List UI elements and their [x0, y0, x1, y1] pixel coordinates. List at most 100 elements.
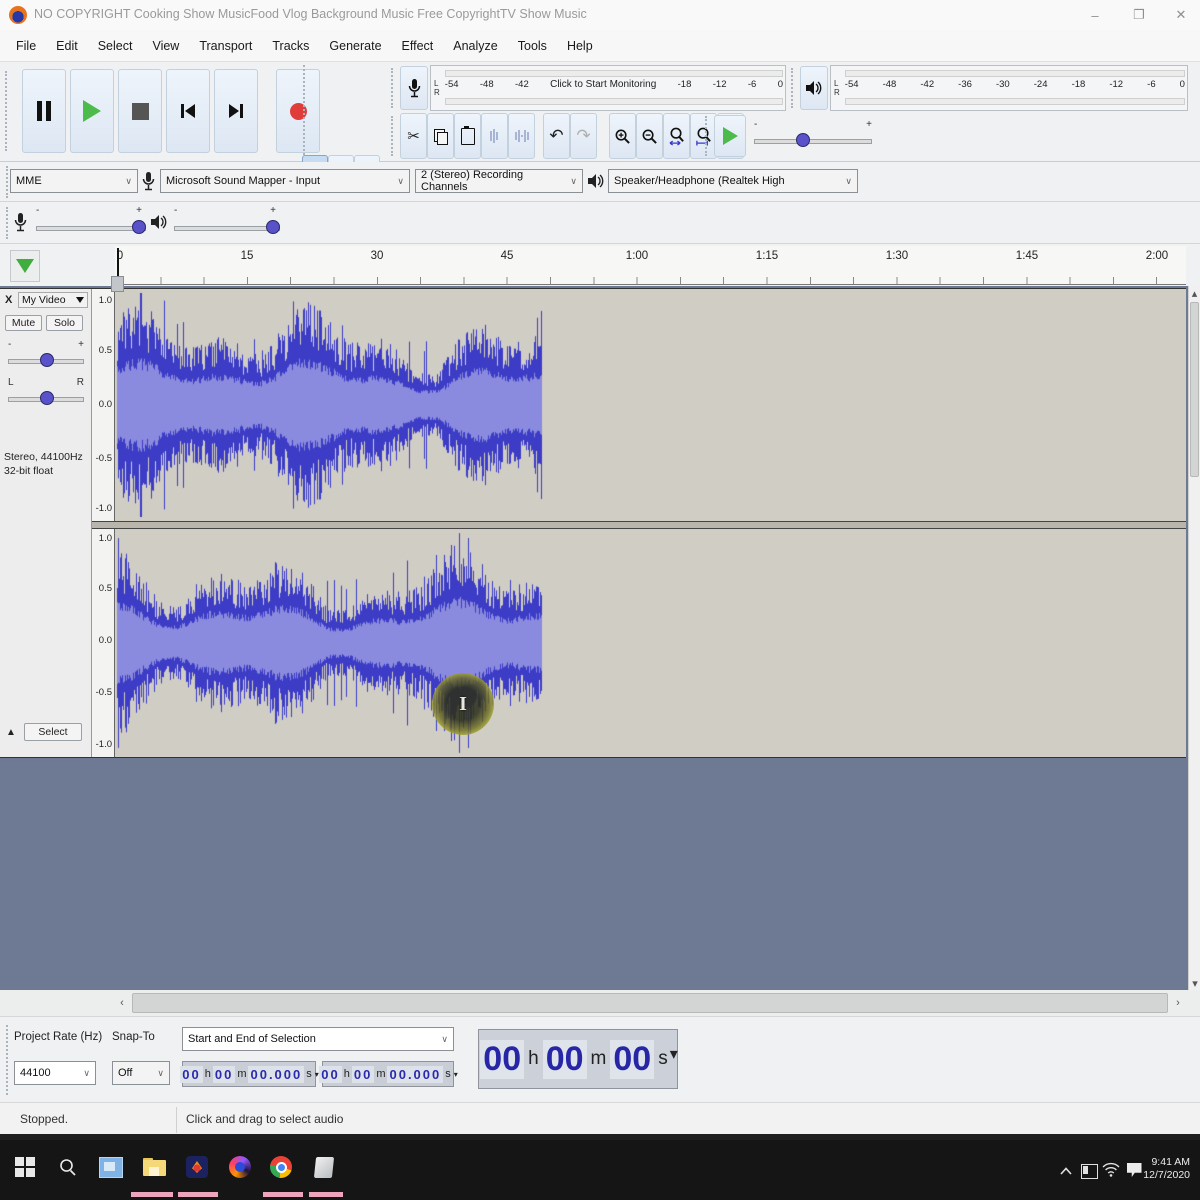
horizontal-scrollbar[interactable]: ‹ › [0, 990, 1200, 1016]
skip-to-end-button[interactable] [214, 69, 258, 153]
solo-button[interactable]: Solo [46, 315, 83, 331]
scroll-left-arrow[interactable]: ‹ [114, 993, 130, 1013]
toolbar-grip[interactable] [5, 71, 11, 150]
toolbar-grip[interactable] [791, 68, 797, 108]
recording-meter[interactable]: LR -54 -48 -42 Click to Start Monitoring… [430, 65, 786, 111]
monitor-hint[interactable]: Click to Start Monitoring [550, 79, 656, 90]
skip-to-start-button[interactable] [166, 69, 210, 153]
horizontal-scroll-thumb[interactable] [132, 993, 1168, 1013]
toolbar-grip[interactable] [705, 116, 711, 156]
play-button[interactable] [70, 69, 114, 153]
minimize-button[interactable]: – [1078, 1, 1112, 29]
zoom-out-button[interactable] [636, 113, 663, 159]
toolbar-grip[interactable] [6, 1025, 12, 1095]
slider-thumb[interactable] [266, 220, 280, 234]
playback-device-select[interactable]: Speaker/Headphone (Realtek High∨ [608, 169, 858, 193]
menu-view[interactable]: View [142, 39, 189, 53]
chevron-down-icon[interactable]: ▾ [670, 1044, 678, 1064]
taskbar-search-button[interactable] [55, 1154, 81, 1180]
menu-analyze[interactable]: Analyze [443, 39, 507, 53]
toolbar-grip[interactable] [6, 207, 12, 239]
toolbar-grip[interactable] [391, 68, 397, 108]
time-digits[interactable]: 00 [319, 1066, 341, 1083]
vertical-scroll-thumb[interactable] [1190, 302, 1199, 477]
slider-thumb[interactable] [40, 391, 54, 405]
taskbar-app-blue-orange[interactable] [184, 1154, 210, 1180]
menu-effect[interactable]: Effect [392, 39, 444, 53]
menu-generate[interactable]: Generate [319, 39, 391, 53]
track-title-menu[interactable]: My Video [18, 292, 88, 308]
pause-button[interactable] [22, 69, 66, 153]
waveform-channel-1[interactable] [115, 289, 1186, 521]
playback-meter[interactable]: LR -54 -48 -42 -36 -30 -24 -18 -12 -6 0 [830, 65, 1188, 111]
waveform-channel-2[interactable] [115, 529, 1186, 757]
project-rate-select[interactable]: 44100∨ [14, 1061, 96, 1085]
menu-select[interactable]: Select [88, 39, 143, 53]
time-digits[interactable]: 00 [180, 1066, 202, 1083]
mute-button[interactable]: Mute [5, 315, 42, 331]
silence-audio-button[interactable] [508, 113, 535, 159]
stop-button[interactable] [118, 69, 162, 153]
snap-to-select[interactable]: Off∨ [112, 1061, 170, 1085]
toolbar-grip[interactable] [303, 65, 309, 155]
playback-volume-slider[interactable]: - + [174, 206, 280, 240]
maximize-button[interactable]: ❐ [1122, 1, 1156, 29]
menu-file[interactable]: File [6, 39, 46, 53]
audio-position-display[interactable]: 00h00m00s▾ [478, 1029, 678, 1089]
taskbar-file-explorer[interactable] [141, 1154, 167, 1180]
recording-channels-select[interactable]: 2 (Stereo) Recording Channels∨ [415, 169, 583, 193]
time-digits[interactable]: 00.000 [248, 1066, 304, 1083]
playback-speed-slider[interactable]: - + [754, 121, 872, 151]
scroll-down-arrow[interactable]: ▾ [1189, 976, 1200, 990]
trim-audio-button[interactable] [481, 113, 508, 159]
slider-thumb[interactable] [796, 133, 810, 147]
zoom-in-button[interactable] [609, 113, 636, 159]
timeline-options-button[interactable] [10, 250, 40, 282]
selection-mode-select[interactable]: Start and End of Selection∨ [182, 1027, 454, 1051]
playhead-handle[interactable] [111, 276, 124, 292]
track-close-button[interactable]: X [5, 294, 12, 306]
cut-button[interactable]: ✂ [400, 113, 427, 159]
selection-start-field[interactable]: 00h00m00.000s▾ [182, 1061, 316, 1087]
redo-button[interactable]: ↷ [570, 113, 597, 159]
taskbar-clock[interactable]: 9:41 AM 12/7/2020 [1138, 1156, 1190, 1182]
undo-button[interactable]: ↶ [543, 113, 570, 159]
track-pan-slider[interactable]: L R [8, 377, 84, 409]
recording-volume-slider[interactable]: - + [36, 206, 146, 240]
fit-selection-button[interactable] [663, 113, 690, 159]
audio-host-select[interactable]: MME∨ [10, 169, 138, 193]
slider-thumb[interactable] [132, 220, 146, 234]
taskbar-app-mail[interactable] [98, 1154, 124, 1180]
close-button[interactable]: ✕ [1164, 1, 1198, 29]
scroll-up-arrow[interactable]: ▴ [1189, 286, 1200, 300]
record-meter-mic-button[interactable] [400, 66, 428, 110]
recording-device-select[interactable]: Microsoft Sound Mapper - Input∨ [160, 169, 410, 193]
chevron-down-icon[interactable]: ▾ [454, 1070, 458, 1079]
track-collapse-button[interactable]: ▲ [6, 727, 16, 738]
toolbar-grip[interactable] [391, 116, 397, 156]
time-digits[interactable]: 00.000 [387, 1066, 443, 1083]
slider-thumb[interactable] [40, 353, 54, 367]
menu-edit[interactable]: Edit [46, 39, 88, 53]
copy-button[interactable] [427, 113, 454, 159]
menu-tools[interactable]: Tools [508, 39, 557, 53]
time-digits[interactable]: 00 [480, 1040, 524, 1079]
time-digits[interactable]: 00 [213, 1066, 235, 1083]
taskbar-app-gray[interactable] [311, 1154, 337, 1180]
chevron-down-icon[interactable]: ▾ [315, 1070, 319, 1079]
play-at-speed-button[interactable] [714, 115, 746, 157]
scroll-right-arrow[interactable]: › [1170, 993, 1186, 1013]
menu-tracks[interactable]: Tracks [262, 39, 319, 53]
taskbar-chrome[interactable] [268, 1154, 294, 1180]
vertical-scrollbar[interactable]: ▴ ▾ [1188, 286, 1200, 990]
menu-transport[interactable]: Transport [189, 39, 262, 53]
track-gain-slider[interactable]: - + [8, 339, 84, 371]
time-digits[interactable]: 00 [543, 1040, 587, 1079]
play-meter-speaker-button[interactable] [800, 66, 828, 110]
time-digits[interactable]: 00 [352, 1066, 374, 1083]
menu-help[interactable]: Help [557, 39, 603, 53]
start-button[interactable] [12, 1154, 38, 1180]
track-select-button[interactable]: Select [24, 723, 82, 741]
timeline-ruler[interactable]: 0 15 30 45 1:00 1:15 1:30 1:45 2:00 [115, 246, 1186, 285]
selection-end-field[interactable]: 00h00m00.000s▾ [322, 1061, 454, 1087]
